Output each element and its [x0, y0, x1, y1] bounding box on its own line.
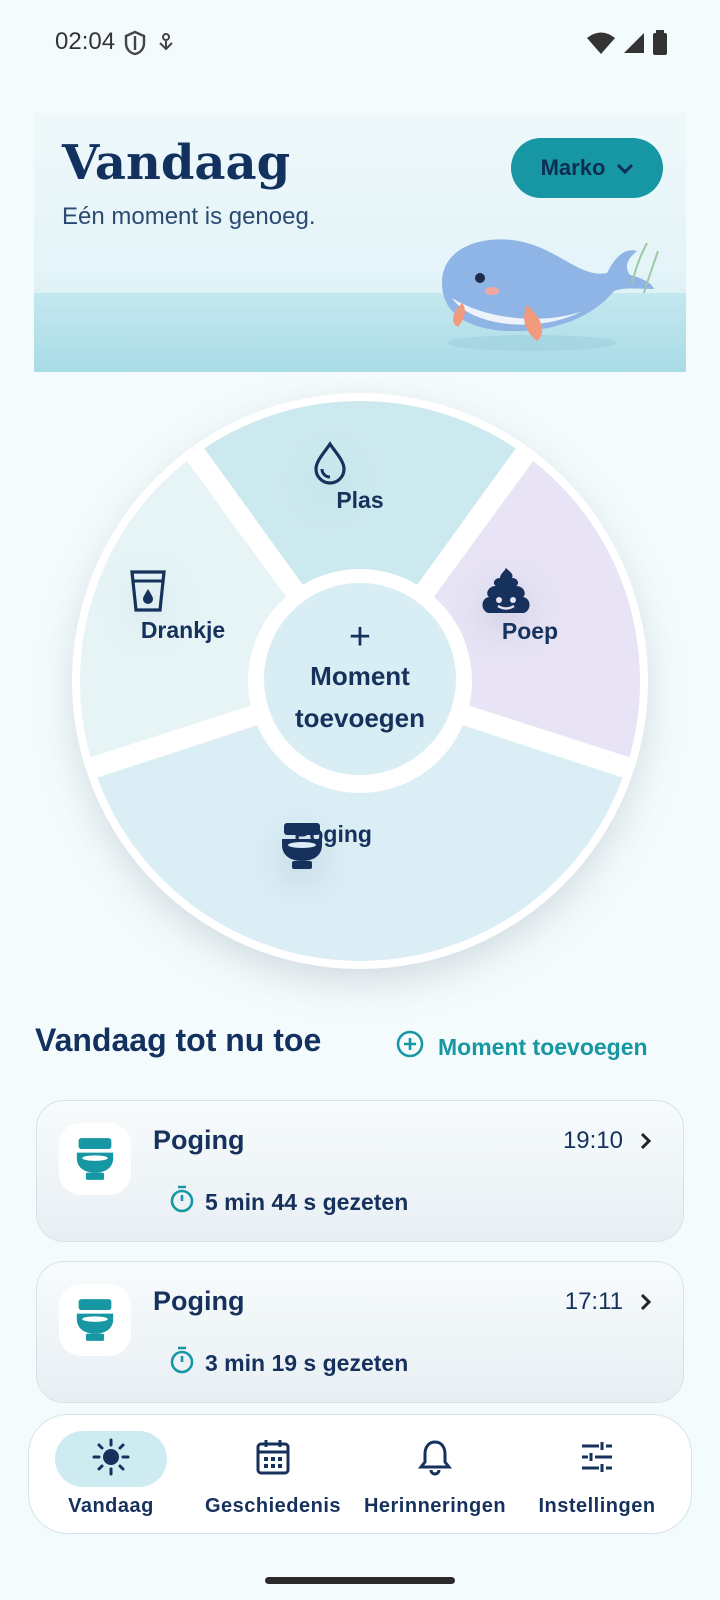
- plus-icon: +: [348, 616, 372, 658]
- add-moment-link[interactable]: Moment toevoegen: [396, 1030, 648, 1064]
- section-title: Vandaag tot nu toe: [35, 1022, 322, 1058]
- signal-icon: [622, 31, 646, 60]
- sun-icon: [91, 1437, 131, 1482]
- add-moment-link-label: Moment toevoegen: [438, 1033, 648, 1060]
- calendar-icon: [255, 1438, 291, 1481]
- moment-wheel: Plas Poep Poging Drankje + Moment toevoe…: [70, 391, 650, 971]
- nav-label: Herinneringen: [363, 1495, 507, 1517]
- user-selector-label: Marko: [540, 155, 606, 180]
- sliders-icon: [579, 1439, 615, 1480]
- center-label-line2: toevoegen: [294, 703, 426, 733]
- nav-label: Geschiedenis: [204, 1495, 342, 1517]
- plus-circle-icon: [396, 1030, 424, 1064]
- wheel-segment-poep[interactable]: Poep: [480, 566, 580, 645]
- wifi-icon: [586, 31, 616, 60]
- wheel-segment-label: Drankje: [140, 617, 226, 643]
- nav-label: Vandaag: [68, 1495, 154, 1517]
- wheel-segment-poging[interactable]: Poging: [280, 821, 450, 869]
- status-bar: 02:04: [0, 0, 720, 86]
- poop-icon: [480, 566, 580, 618]
- entry-duration: 3 min 19 s gezeten: [169, 1346, 408, 1380]
- hero-banner: Vandaag Eén moment is genoeg. Marko: [34, 113, 686, 372]
- chevron-right-icon: [639, 1292, 653, 1317]
- shield-icon: [124, 30, 146, 61]
- entry-duration-text: 5 min 44 s gezeten: [205, 1188, 409, 1215]
- whale-illustration: [432, 223, 662, 358]
- nav-item-vandaag[interactable]: Vandaag: [31, 1415, 191, 1535]
- add-moment-center-button[interactable]: + Moment toevoegen: [264, 583, 456, 775]
- wheel-segment-label: Plas: [336, 487, 384, 513]
- chevron-down-icon: [617, 155, 633, 181]
- page-subtitle: Eén moment is genoeg.: [62, 203, 316, 230]
- entry-card[interactable]: Poging 17:11 3 min 19 s gezeten: [36, 1261, 684, 1403]
- toilet-icon: [59, 1123, 131, 1195]
- wheel-segment-label: Poep: [501, 618, 559, 644]
- entry-time: 17:11: [564, 1288, 623, 1315]
- wheel-segment-drankje[interactable]: Drankje: [128, 569, 238, 644]
- entry-card[interactable]: Poging 19:10 5 min 44 s gezeten: [36, 1100, 684, 1242]
- nav-item-herinneringen[interactable]: Herinneringen: [355, 1415, 515, 1535]
- center-label-line1: Moment: [310, 661, 410, 691]
- user-selector-button[interactable]: Marko: [511, 138, 663, 198]
- nav-label: Instellingen: [538, 1495, 656, 1517]
- entry-title: Poging: [153, 1125, 245, 1155]
- download-icon: [156, 30, 176, 61]
- entry-duration-text: 3 min 19 s gezeten: [205, 1349, 409, 1376]
- entry-title: Poging: [153, 1286, 245, 1316]
- nav-item-geschiedenis[interactable]: Geschiedenis: [193, 1415, 353, 1535]
- status-time: 02:04: [55, 28, 116, 55]
- entry-duration: 5 min 44 s gezeten: [169, 1185, 408, 1219]
- nav-item-instellingen[interactable]: Instellingen: [517, 1415, 677, 1535]
- bell-icon: [417, 1438, 453, 1481]
- chevron-right-icon: [639, 1131, 653, 1156]
- battery-icon: [652, 30, 668, 61]
- bottom-navigation: Vandaag Geschiedenis Herinneringen Inste…: [28, 1414, 692, 1534]
- page-title: Vandaag: [62, 135, 291, 191]
- entry-time: 19:10: [562, 1127, 623, 1154]
- timer-icon: [169, 1346, 195, 1380]
- droplet-icon: [310, 441, 410, 487]
- home-indicator[interactable]: [265, 1577, 455, 1584]
- toilet-icon: [59, 1284, 131, 1356]
- wheel-segment-plas[interactable]: Plas: [310, 441, 410, 514]
- cup-icon: [128, 569, 238, 617]
- timer-icon: [169, 1185, 195, 1219]
